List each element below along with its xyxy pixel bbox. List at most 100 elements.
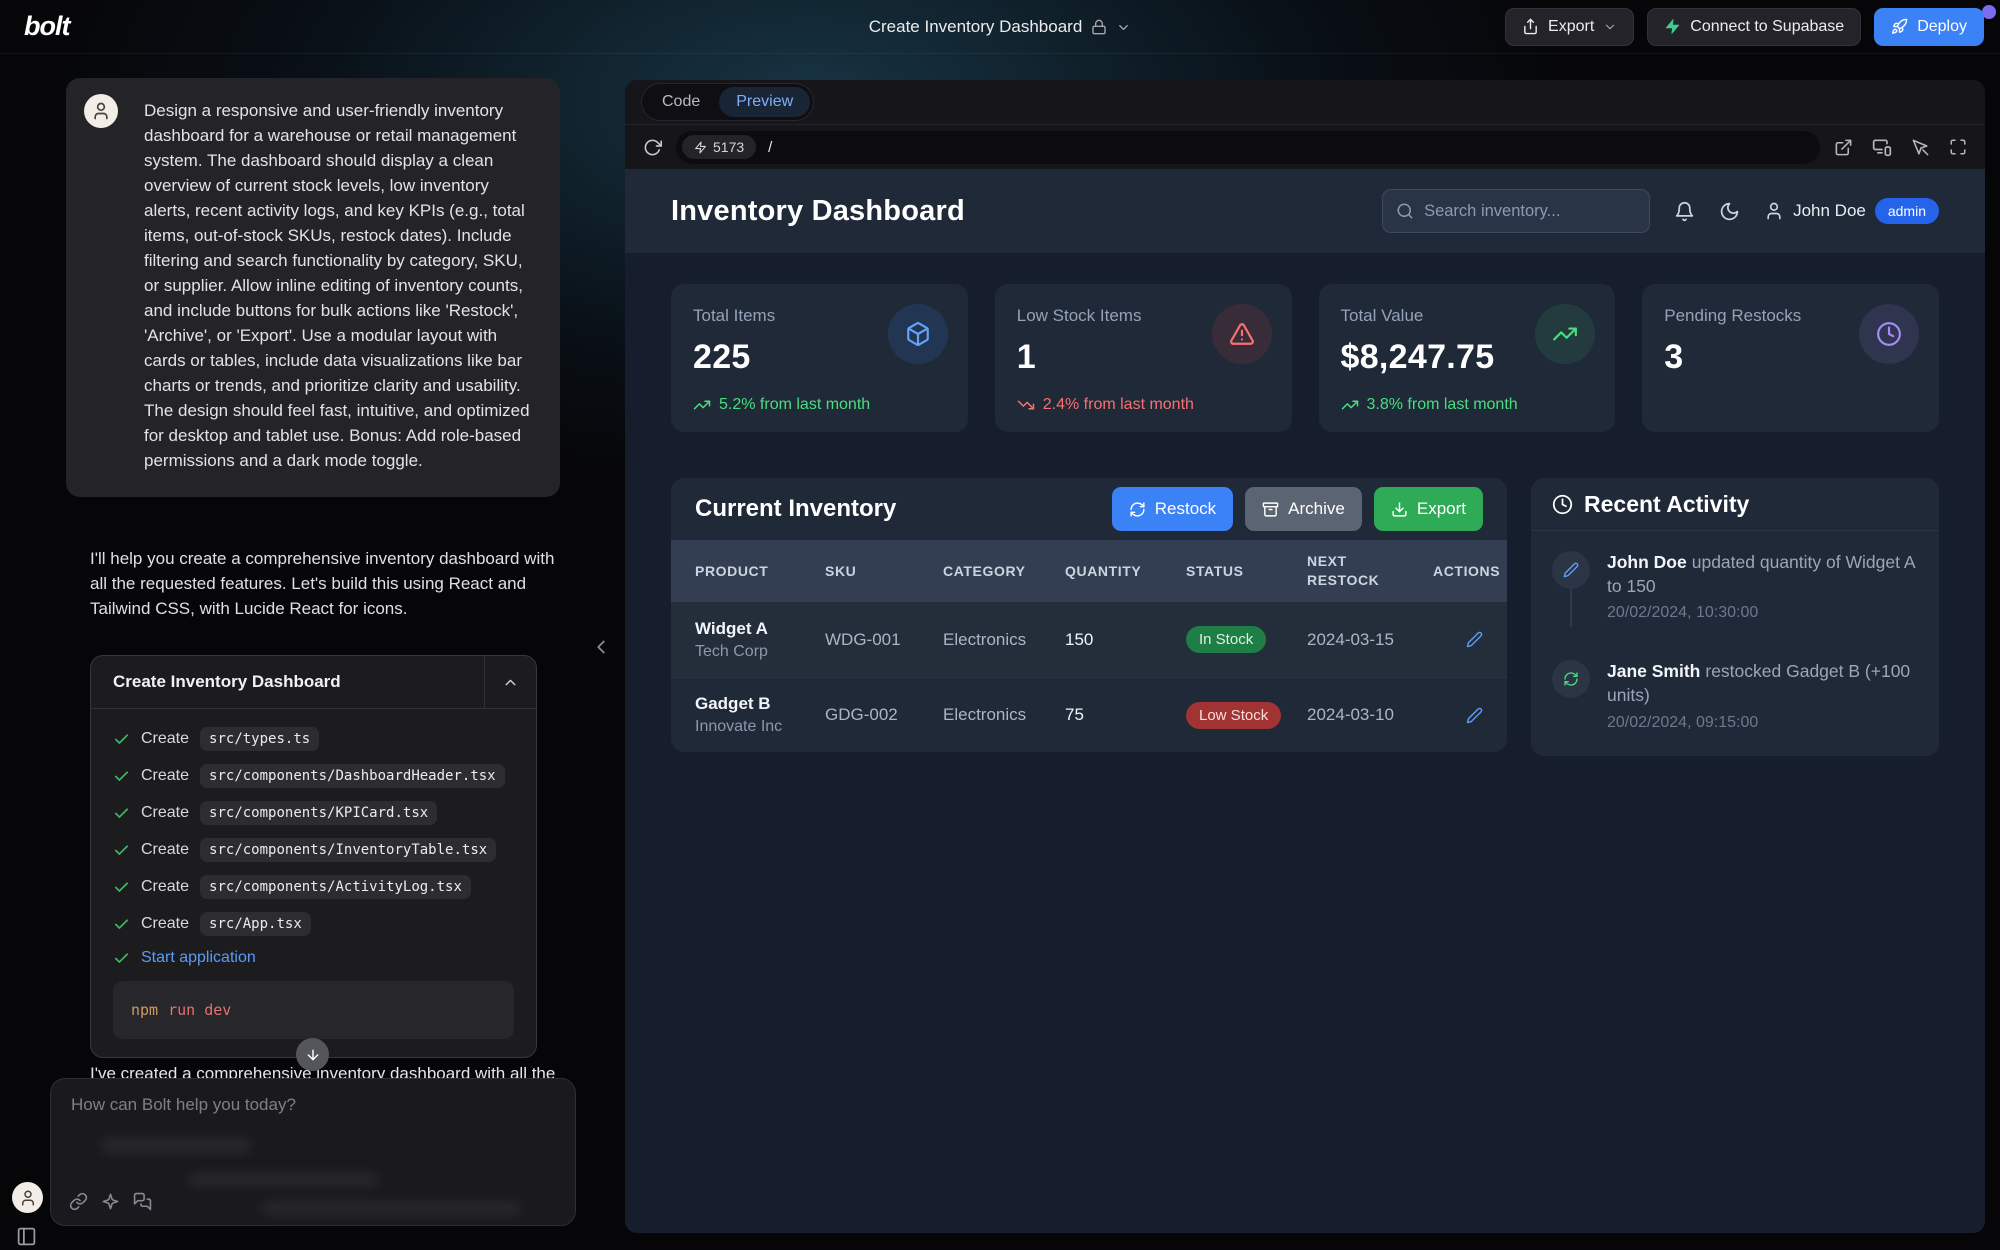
search-box[interactable] [1382, 189, 1650, 233]
chat-bubbles-icon[interactable] [133, 1192, 152, 1211]
file-chip[interactable]: src/components/InventoryTable.tsx [200, 838, 496, 862]
port-chip[interactable]: 5173 [682, 135, 756, 159]
tab-code[interactable]: Code [645, 87, 717, 117]
activity-list: John Doeupdated quantity of Widget A to … [1531, 531, 1939, 756]
check-icon [113, 842, 130, 859]
check-icon [113, 805, 130, 822]
alert-triangle-icon [1212, 304, 1272, 364]
table-row: Gadget B Innovate Inc GDG-002 Electronic… [671, 677, 1507, 752]
check-icon [113, 768, 130, 785]
top-bar: bolt Create Inventory Dashboard Export C… [0, 0, 2000, 54]
user-name: John Doe [1793, 201, 1866, 221]
artifact-header[interactable]: Create Inventory Dashboard [91, 656, 536, 708]
artifact-title: Create Inventory Dashboard [91, 672, 484, 692]
inspector-pointer-icon[interactable] [1911, 138, 1930, 157]
start-application-step: Start application [113, 949, 514, 967]
dashboard-title: Inventory Dashboard [671, 195, 965, 228]
restock-button[interactable]: Restock [1112, 487, 1233, 531]
check-icon [113, 950, 130, 967]
dashboard-body: Total Items 225 5.2% from last month Low… [625, 253, 1985, 1233]
check-icon [113, 879, 130, 896]
file-chip[interactable]: src/components/DashboardHeader.tsx [200, 764, 505, 788]
trend-down-icon [1017, 396, 1035, 414]
edit-pencil-icon[interactable] [1466, 631, 1483, 648]
start-application-link[interactable]: Start application [141, 949, 256, 967]
tab-preview[interactable]: Preview [719, 87, 810, 117]
chevron-down-icon[interactable] [1116, 20, 1131, 35]
person-icon [19, 1189, 37, 1207]
sparkles-icon[interactable] [101, 1192, 120, 1211]
arrow-down-icon [305, 1047, 321, 1063]
artifact-step: Create src/components/InventoryTable.tsx [113, 838, 514, 862]
search-input[interactable] [1424, 202, 1636, 221]
preview-app: Inventory Dashboard John Doe admin [625, 169, 1985, 1233]
assistant-message: I'll help you create a comprehensive inv… [90, 546, 560, 621]
reload-icon[interactable] [643, 138, 662, 157]
file-chip[interactable]: src/App.tsx [200, 912, 311, 936]
clock-icon [1859, 304, 1919, 364]
collapse-artifact-button[interactable] [484, 656, 536, 708]
user-message: Design a responsive and user-friendly in… [66, 78, 560, 497]
file-chip[interactable]: src/components/ActivityLog.tsx [200, 875, 471, 899]
file-chip[interactable]: src/types.ts [200, 727, 319, 751]
scroll-to-bottom-button[interactable] [296, 1038, 329, 1071]
user-menu[interactable]: John Doe admin [1764, 198, 1939, 224]
archive-button[interactable]: Archive [1245, 487, 1362, 531]
url-field[interactable]: 5173 / [676, 131, 1820, 164]
bell-icon[interactable] [1674, 201, 1695, 222]
redacted-text [261, 1201, 521, 1216]
share-icon [1522, 18, 1539, 35]
status-badge: In Stock [1186, 626, 1266, 653]
connect-supabase-button[interactable]: Connect to Supabase [1647, 8, 1861, 46]
url-path: / [768, 139, 772, 156]
deploy-button[interactable]: Deploy [1874, 8, 1984, 46]
inventory-title: Current Inventory [695, 495, 1112, 523]
artifact-panel: Create Inventory Dashboard Create src/ty… [90, 655, 537, 1058]
export-button[interactable]: Export [1505, 8, 1634, 46]
bulk-actions: Restock Archive Export [1112, 487, 1483, 531]
bolt-logo[interactable]: bolt [24, 11, 69, 42]
plug-zap-icon [694, 141, 707, 154]
chat-input[interactable] [71, 1095, 555, 1135]
editor-tab-bar: Code Preview [625, 80, 1985, 124]
redacted-text [188, 1172, 378, 1187]
artifact-step: Create src/components/KPICard.tsx [113, 801, 514, 825]
supabase-zap-icon [1664, 18, 1681, 35]
artifact-step: Create src/components/ActivityLog.tsx [113, 875, 514, 899]
artifact-step: Create src/App.tsx [113, 912, 514, 936]
dashboard-main-row: Current Inventory Restock Archive [671, 478, 1939, 756]
export-csv-button[interactable]: Export [1374, 487, 1483, 531]
devices-icon[interactable] [1872, 137, 1892, 157]
attach-link-icon[interactable] [69, 1192, 88, 1211]
search-icon [1396, 202, 1414, 220]
fullscreen-icon[interactable] [1949, 138, 1967, 156]
user-message-text: Design a responsive and user-friendly in… [144, 101, 530, 470]
preview-url-bar: 5173 / [625, 124, 1985, 169]
trending-up-icon [1535, 304, 1595, 364]
open-external-icon[interactable] [1834, 138, 1853, 157]
user-avatar [84, 94, 118, 128]
rocket-icon [1891, 18, 1908, 35]
kpi-total-value: Total Value $8,247.75 3.8% from last mon… [1319, 284, 1616, 432]
recent-activity-header: Recent Activity [1531, 478, 1939, 531]
refresh-icon [1552, 660, 1590, 698]
edit-pencil-icon[interactable] [1466, 707, 1483, 724]
sidebar-toggle-icon[interactable] [16, 1226, 37, 1247]
redacted-text [101, 1137, 251, 1154]
recent-activity-card: Recent Activity John Doeupdated quantity… [1531, 478, 1939, 756]
edit-pencil-icon [1552, 551, 1590, 589]
project-title: Create Inventory Dashboard [869, 17, 1083, 37]
chevron-down-icon [1603, 20, 1617, 34]
trend-up-icon [693, 396, 711, 414]
dashboard-header: Inventory Dashboard John Doe admin [625, 169, 1985, 253]
command-args: run dev [168, 1001, 231, 1019]
table-header-row: PRODUCT SKU CATEGORY QUANTITY STATUS NEX… [671, 540, 1507, 602]
account-avatar[interactable] [12, 1182, 43, 1213]
collapse-chat-button[interactable] [590, 636, 612, 658]
person-icon [91, 101, 111, 121]
file-chip[interactable]: src/components/KPICard.tsx [200, 801, 437, 825]
preview-panel: Code Preview 5173 / [625, 80, 1985, 1233]
dark-mode-moon-icon[interactable] [1719, 201, 1740, 222]
dashboard-header-right: John Doe admin [1382, 189, 1939, 233]
user-icon [1764, 201, 1784, 221]
